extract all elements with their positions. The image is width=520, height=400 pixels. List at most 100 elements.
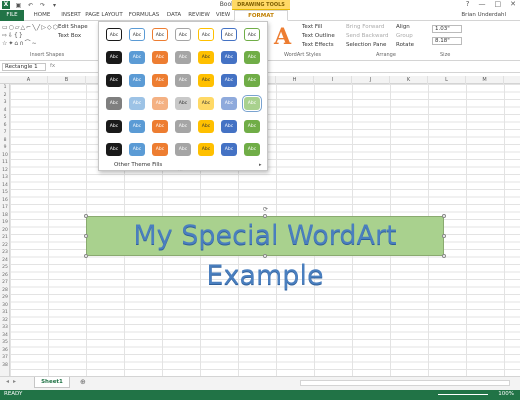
row-header[interactable]: 2 [0,92,10,99]
shape-height-field[interactable]: 1.03" [432,25,462,33]
shape-style-swatch[interactable]: Abc [106,143,122,156]
tab-home[interactable]: HOME [28,10,56,21]
shape-style-swatch[interactable]: Abc [221,143,237,156]
row-header[interactable]: 35 [0,339,10,346]
row-header[interactable]: 24 [0,257,10,264]
column-header[interactable]: A [10,76,48,84]
resize-handle-tr[interactable] [442,214,446,218]
row-header[interactable]: 19 [0,219,10,226]
row-header[interactable]: 21 [0,234,10,241]
row-header[interactable]: 11 [0,159,10,166]
row-header[interactable]: 18 [0,212,10,219]
shape-style-swatch[interactable]: Abc [244,28,260,41]
resize-handle-r[interactable] [442,234,446,238]
row-header[interactable]: 15 [0,189,10,196]
row-header[interactable]: 23 [0,249,10,256]
tab-data[interactable]: DATA [162,10,186,21]
row-header[interactable]: 17 [0,204,10,211]
row-header[interactable]: 25 [0,264,10,271]
shape-style-swatch[interactable]: Abc [106,120,122,133]
other-theme-fills-item[interactable]: Other Theme Fills [114,162,162,168]
tab-formulas[interactable]: FORMULAS [124,10,164,21]
row-header[interactable]: 6 [0,122,10,129]
resize-handle-br[interactable] [442,254,446,258]
row-header[interactable]: 33 [0,324,10,331]
row-header[interactable]: 29 [0,294,10,301]
shape-style-swatch[interactable]: Abc [175,74,191,87]
row-header[interactable]: 26 [0,272,10,279]
row-header[interactable]: 32 [0,317,10,324]
shape-style-swatch[interactable]: Abc [221,97,237,110]
name-box[interactable]: Rectangle 1 [2,63,46,71]
row-header[interactable]: 38 [0,362,10,369]
row-header[interactable]: 14 [0,182,10,189]
rotate-handle-icon[interactable]: ⟳ [263,206,268,213]
shape-style-swatch[interactable]: Abc [152,51,168,64]
shape-style-swatch[interactable]: Abc [244,120,260,133]
shape-style-swatch[interactable]: Abc [106,51,122,64]
shape-style-swatch[interactable]: Abc [198,97,214,110]
redo-icon[interactable]: ↷ [39,2,46,9]
sheet-tab-sheet1[interactable]: Sheet1 [34,377,70,388]
shape-style-swatch[interactable]: Abc [244,51,260,64]
zoom-level[interactable]: 100% [498,391,514,397]
save-icon[interactable]: ▣ [15,2,22,9]
column-header[interactable]: M [466,76,504,84]
tab-page-layout[interactable]: PAGE LAYOUT [84,10,124,21]
shape-style-swatch[interactable]: Abc [198,28,214,41]
resize-handle-tl[interactable] [84,214,88,218]
edit-shape-button[interactable]: Edit Shape [58,24,88,30]
resize-handle-bl[interactable] [84,254,88,258]
tab-review[interactable]: REVIEW [186,10,212,21]
shape-style-swatch[interactable]: Abc [198,51,214,64]
bring-forward-button[interactable]: Bring Forward [346,24,384,30]
shape-style-swatch[interactable]: Abc [175,28,191,41]
shape-style-swatch[interactable]: Abc [152,97,168,110]
close-icon[interactable]: ✕ [510,0,516,8]
resize-handle-t[interactable] [263,214,267,218]
minimize-icon[interactable]: — [479,0,486,8]
row-header[interactable]: 28 [0,287,10,294]
row-header[interactable]: 27 [0,279,10,286]
shape-style-swatch[interactable]: Abc [175,51,191,64]
column-header[interactable]: B [48,76,86,84]
text-effects-button[interactable]: Text Effects [302,42,334,48]
row-header[interactable]: 22 [0,242,10,249]
resize-handle-l[interactable] [84,234,88,238]
add-sheet-icon[interactable]: ⊕ [80,378,86,386]
shape-style-swatch[interactable]: Abc [152,120,168,133]
tab-view[interactable]: VIEW [212,10,234,21]
shape-style-swatch[interactable]: Abc [175,120,191,133]
shape-style-swatch[interactable]: Abc [129,97,145,110]
row-header[interactable]: 9 [0,144,10,151]
column-header[interactable]: I [314,76,352,84]
shape-style-swatch[interactable]: Abc [175,143,191,156]
shape-style-swatch[interactable]: Abc [221,51,237,64]
row-header[interactable]: 31 [0,309,10,316]
maximize-icon[interactable]: □ [495,0,502,8]
rotate-button[interactable]: Rotate [396,42,414,48]
shape-style-swatch[interactable]: Abc [129,120,145,133]
column-header[interactable]: J [352,76,390,84]
row-header[interactable]: 13 [0,174,10,181]
row-header[interactable]: 37 [0,354,10,361]
insert-function-icon[interactable]: fx [50,63,55,69]
wordart-quick-styles-icon[interactable]: A [274,24,294,50]
row-header[interactable]: 34 [0,332,10,339]
row-header[interactable]: 12 [0,167,10,174]
resize-handle-b[interactable] [263,254,267,258]
shape-style-swatch[interactable]: Abc [129,28,145,41]
shape-style-swatch[interactable]: Abc [152,28,168,41]
shape-style-swatch[interactable]: Abc [106,74,122,87]
column-header[interactable]: H [276,76,314,84]
row-header[interactable]: 16 [0,197,10,204]
tab-insert[interactable]: INSERT [56,10,86,21]
shape-width-field[interactable]: 8.18" [432,37,462,45]
undo-icon[interactable]: ↶ [27,2,34,9]
shape-style-swatch[interactable]: Abc [221,74,237,87]
shapes-gallery[interactable]: ▭○▱△⌐╲╱▷◇⬡⇨⇩{}☆✦⌂∩⌒∼△▽◁▷○▭⊂⊃⌓⌔ [2,24,58,48]
shape-style-swatch[interactable]: Abc [129,143,145,156]
row-header[interactable]: 20 [0,227,10,234]
row-header[interactable]: 3 [0,99,10,106]
shape-style-swatch[interactable]: Abc [106,97,122,110]
